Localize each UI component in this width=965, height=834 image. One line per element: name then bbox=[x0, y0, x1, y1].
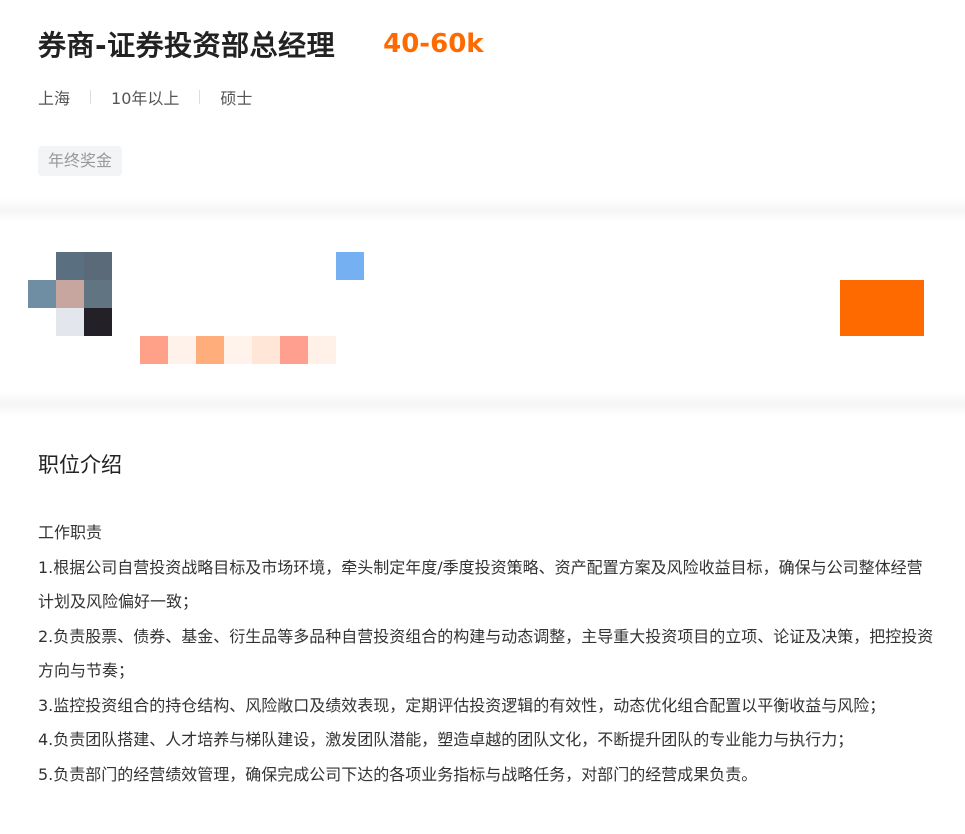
redacted-pixel bbox=[280, 336, 308, 364]
job-experience: 10年以上 bbox=[111, 89, 180, 108]
redacted-pixel bbox=[224, 336, 252, 364]
redacted-pixel bbox=[308, 336, 336, 364]
avatar-pixel bbox=[56, 308, 84, 336]
job-detail-page: 券商-证券投资部总经理 40-60k 上海 10年以上 硕士 年终奖金 职位介绍… bbox=[0, 0, 965, 834]
section-divider bbox=[0, 392, 965, 416]
job-description-section: 职位介绍 工作职责 1.根据公司自营投资战略目标及市场环境，牵头制定年度/季度投… bbox=[38, 450, 948, 784]
avatar-pixel bbox=[28, 252, 56, 280]
avatar-pixel bbox=[84, 280, 112, 308]
redacted-company-info bbox=[140, 336, 336, 364]
description-item: 3.监控投资组合的持仓结构、风险敞口及绩效表现，定期评估投资逻辑的有效性，动态优… bbox=[38, 695, 886, 715]
description-item: 1.根据公司自营投资战略目标及市场环境，牵头制定年度/季度投资策略、资产配置方案… bbox=[38, 557, 923, 612]
description-item: 5.负责部门的经营绩效管理，确保完成公司下达的各项业务指标与战略任务，对部门的经… bbox=[38, 764, 758, 784]
meta-divider bbox=[199, 90, 201, 104]
verified-badge-icon bbox=[336, 252, 364, 280]
title-row: 券商-证券投资部总经理 40-60k bbox=[38, 22, 938, 66]
avatar-pixel bbox=[56, 280, 84, 308]
job-tags: 年终奖金 bbox=[38, 146, 123, 176]
job-education: 硕士 bbox=[220, 89, 253, 108]
redacted-pixel bbox=[252, 336, 280, 364]
section-divider bbox=[0, 198, 965, 222]
job-meta: 上海 10年以上 硕士 bbox=[38, 86, 252, 108]
description-heading: 工作职责 bbox=[38, 523, 103, 542]
avatar-pixel bbox=[28, 280, 56, 308]
company-card[interactable] bbox=[0, 222, 965, 392]
benefit-tag: 年终奖金 bbox=[38, 146, 123, 176]
description-item: 2.负责股票、债券、基金、衍生品等多品种自营投资组合的构建与动态调整，主导重大投… bbox=[38, 626, 934, 681]
avatar-pixel bbox=[56, 252, 84, 280]
redacted-pixel bbox=[168, 336, 196, 364]
company-avatar[interactable] bbox=[28, 252, 112, 336]
redacted-pixel bbox=[140, 336, 168, 364]
job-header: 券商-证券投资部总经理 40-60k 上海 10年以上 硕士 年终奖金 bbox=[38, 22, 938, 176]
avatar-pixel bbox=[28, 308, 56, 336]
avatar-pixel bbox=[84, 308, 112, 336]
meta-divider bbox=[90, 90, 92, 104]
salary-range: 40-60k bbox=[383, 29, 484, 59]
section-title: 职位介绍 bbox=[38, 453, 122, 477]
job-description: 工作职责 1.根据公司自营投资战略目标及市场环境，牵头制定年度/季度投资策略、资… bbox=[38, 516, 938, 792]
description-item: 4.负责团队搭建、人才培养与梯队建设，激发团队潜能，塑造卓越的团队文化，不断提升… bbox=[38, 730, 854, 749]
job-title: 券商-证券投资部总经理 bbox=[38, 29, 336, 62]
job-city: 上海 bbox=[38, 89, 71, 108]
avatar-pixel bbox=[84, 252, 112, 280]
contact-action-button[interactable] bbox=[840, 280, 924, 336]
redacted-pixel bbox=[196, 336, 224, 364]
